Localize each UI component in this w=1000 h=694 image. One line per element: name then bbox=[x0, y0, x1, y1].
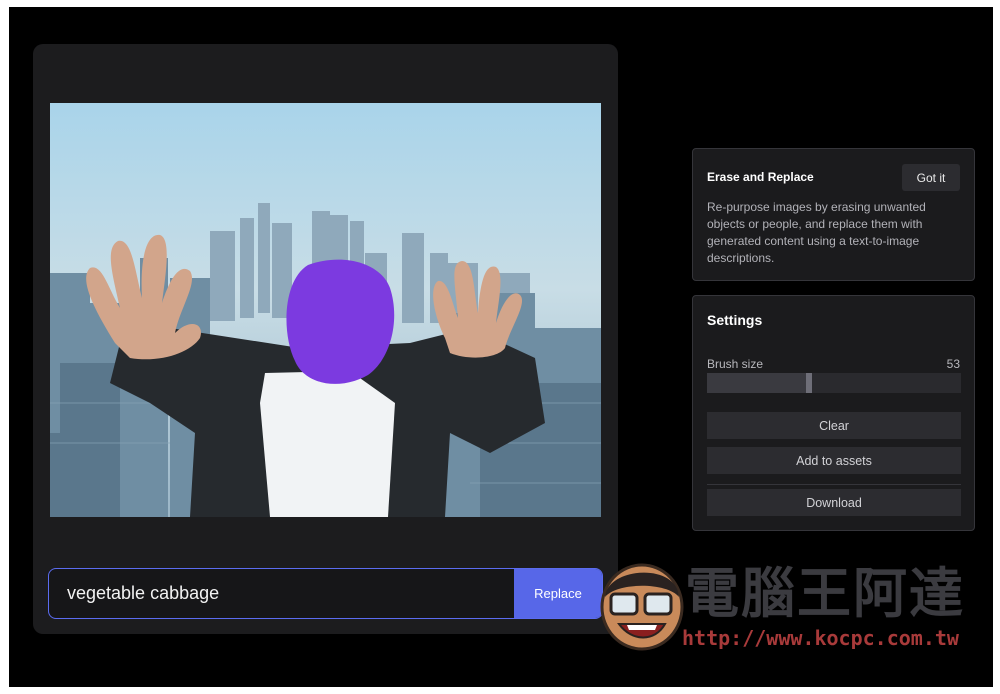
watermark-title: 電腦王阿達 bbox=[685, 562, 965, 625]
brush-size-slider-handle[interactable] bbox=[805, 373, 812, 393]
mascot-face-icon bbox=[600, 563, 684, 651]
settings-divider bbox=[707, 484, 961, 485]
brush-size-slider-fill bbox=[707, 373, 809, 393]
brush-size-value: 53 bbox=[946, 357, 960, 371]
prompt-input[interactable] bbox=[49, 569, 514, 618]
watermark: 電腦王阿達 http://www.kocpc.com.tw bbox=[597, 548, 972, 660]
info-description: Re-purpose images by erasing unwanted ob… bbox=[707, 200, 926, 265]
prompt-bar: Replace bbox=[48, 568, 603, 619]
photo-scene bbox=[50, 103, 601, 517]
info-title: Erase and Replace bbox=[707, 170, 814, 184]
settings-title: Settings bbox=[707, 312, 763, 328]
settings-card: Settings Brush size 53 Clear Add to asse… bbox=[692, 295, 975, 531]
brush-size-slider[interactable] bbox=[707, 373, 961, 393]
brush-size-label: Brush size bbox=[707, 357, 764, 371]
replace-button[interactable]: Replace bbox=[514, 569, 602, 618]
watermark-url: http://www.kocpc.com.tw bbox=[682, 626, 959, 650]
erase-mask bbox=[286, 259, 395, 384]
clear-button[interactable]: Clear bbox=[707, 412, 961, 439]
add-to-assets-button[interactable]: Add to assets bbox=[707, 447, 961, 474]
edit-image[interactable] bbox=[50, 103, 601, 517]
got-it-button[interactable]: Got it bbox=[902, 164, 960, 191]
info-card: Erase and Replace Got it Re-purpose imag… bbox=[692, 148, 975, 281]
download-button[interactable]: Download bbox=[707, 489, 961, 516]
